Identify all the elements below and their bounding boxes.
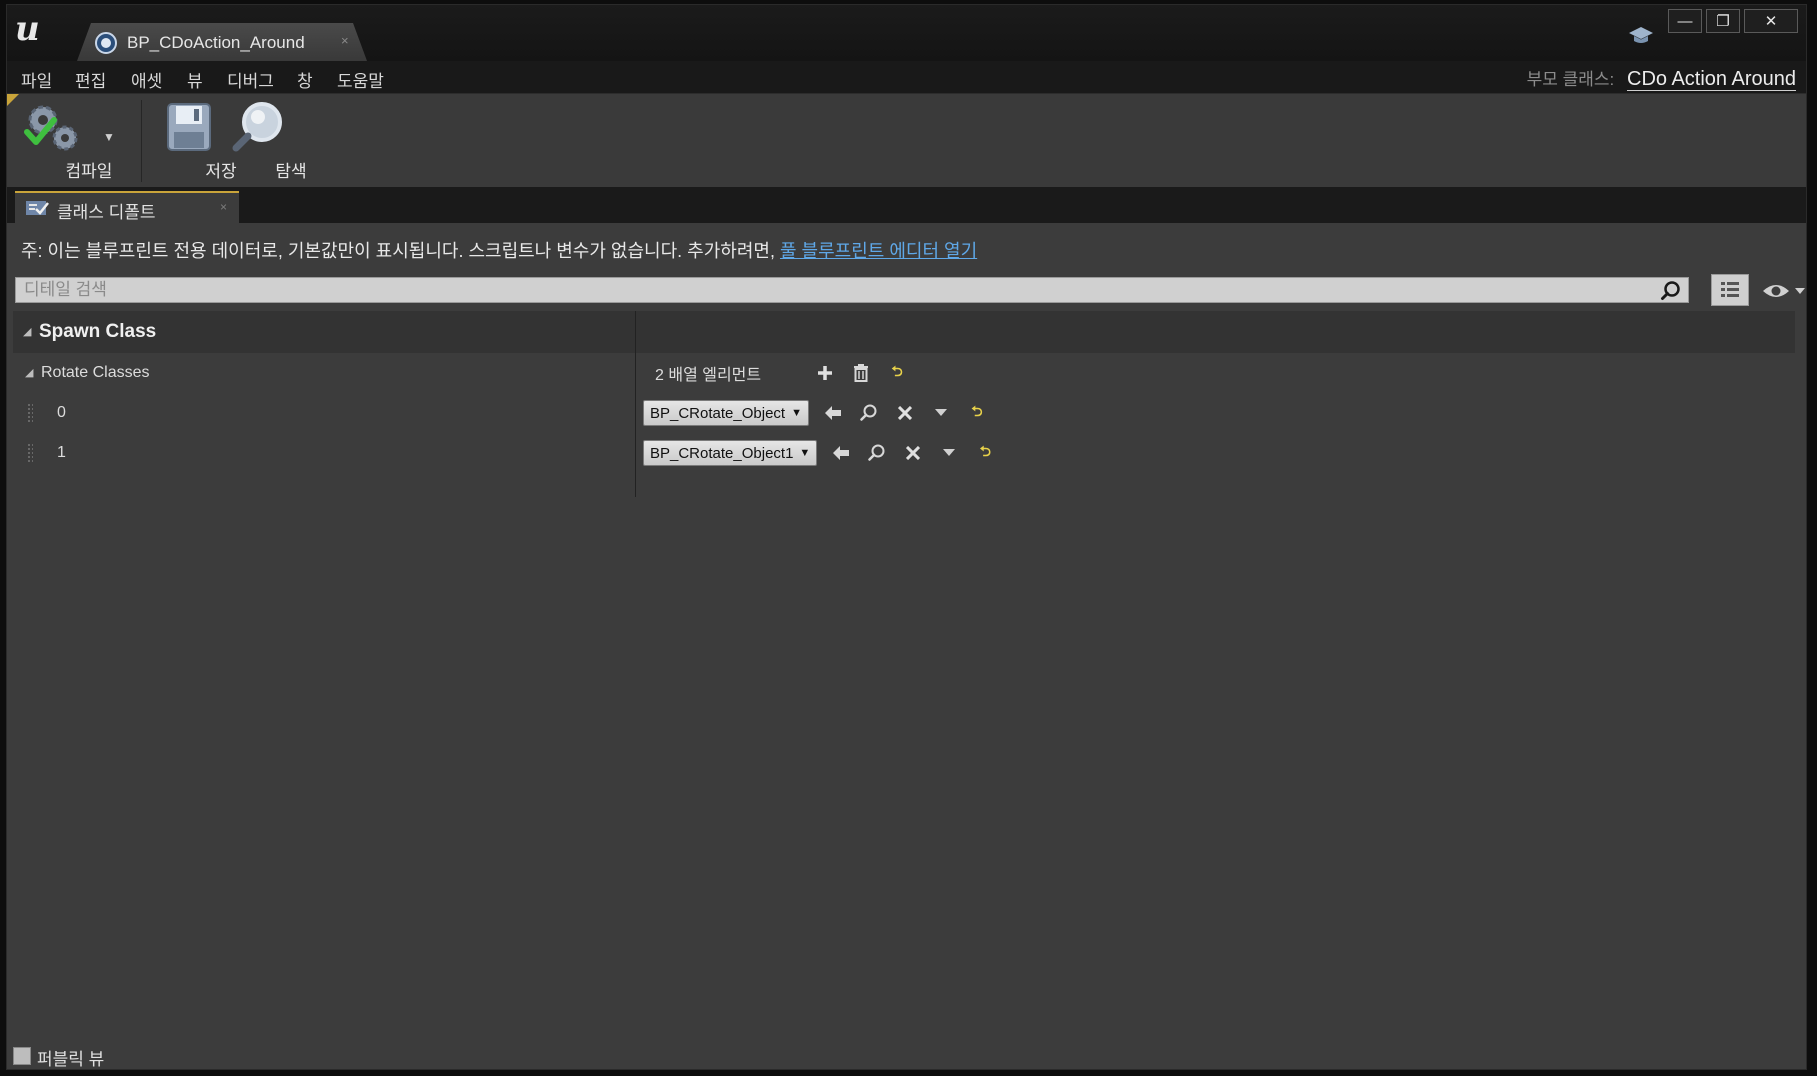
maximize-button[interactable]: ❐ (1706, 9, 1740, 33)
element-value-controls: BP_CRotate_Object ▼ ⮌ (643, 393, 989, 433)
menu-asset[interactable]: 애셋 (131, 67, 162, 92)
class-picker-combo[interactable]: BP_CRotate_Object ▼ (643, 400, 809, 426)
expand-arrow-icon[interactable]: ◢ (23, 325, 31, 338)
window-controls: — ❐ ✕ (1668, 9, 1798, 35)
browse-search-icon[interactable] (865, 441, 889, 465)
compile-button[interactable]: 컴파일 (13, 94, 112, 188)
reset-to-default-icon[interactable]: ⮌ (965, 401, 989, 425)
chevron-down-icon: ▼ (791, 407, 802, 419)
array-controls: 2 배열 엘리먼트 ⮌ (649, 353, 909, 393)
browse-button[interactable]: 탐색 (227, 94, 307, 188)
reset-to-default-icon[interactable]: ⮌ (885, 361, 909, 385)
details-search-input[interactable] (16, 278, 1688, 302)
toolbar-separator (141, 100, 142, 182)
browse-label: 탐색 (275, 162, 307, 181)
document-tab[interactable]: BP_CDoAction_Around × (77, 23, 367, 61)
add-element-icon[interactable] (813, 361, 837, 385)
data-only-notice: 주: 이는 블루프린트 전용 데이터로, 기본값만이 표시됩니다. 스크립트나 … (21, 237, 977, 263)
unreal-logo-icon: u (15, 9, 40, 49)
property-label: Rotate Classes (41, 364, 150, 381)
menu-help[interactable]: 도움말 (337, 67, 384, 92)
class-defaults-tab-label: 클래스 디폴트 (57, 203, 156, 222)
menu-window[interactable]: 창 (297, 67, 313, 92)
view-options-eye-icon[interactable] (1761, 281, 1807, 301)
array-element-count: 2 배열 엘리먼트 (655, 367, 762, 384)
public-view-label: 퍼블릭 뷰 (37, 1050, 105, 1069)
menu-view[interactable]: 뷰 (187, 67, 203, 92)
menu-debug[interactable]: 디버그 (227, 67, 274, 92)
title-bar: u BP_CDoAction_Around × — ❐ ✕ (7, 5, 1806, 61)
compile-gears-icon (24, 105, 78, 151)
class-defaults-tab-close-icon[interactable]: × (220, 200, 227, 214)
editor-window: u BP_CDoAction_Around × — ❐ ✕ 파일 편집 애셋 뷰… (6, 4, 1807, 1070)
drag-handle-icon[interactable] (27, 403, 33, 423)
use-selected-arrow-icon[interactable] (821, 401, 845, 425)
menu-bar: 파일 편집 애셋 뷰 디버그 창 도움말 부모 클래스: CDo Action … (7, 61, 1806, 93)
document-tab-close-icon[interactable]: × (341, 33, 349, 48)
class-picker-value: BP_CRotate_Object1 (650, 444, 794, 462)
expand-arrow-icon[interactable]: ◢ (25, 366, 33, 379)
property-matrix-button[interactable] (1711, 274, 1749, 306)
document-tab-label: BP_CDoAction_Around (127, 33, 305, 52)
element-options-chevron-down-icon[interactable] (937, 441, 961, 465)
details-panel: ◢ Spawn Class ◢ Rotate Classes 2 배열 엘리먼트… (13, 311, 1795, 497)
array-element-row: 0 BP_CRotate_Object ▼ ⮌ (13, 393, 1795, 433)
drag-handle-icon[interactable] (27, 443, 33, 463)
notice-text: 주: 이는 블루프린트 전용 데이터로, 기본값만이 표시됩니다. 스크립트나 … (21, 241, 780, 261)
public-view-checkbox[interactable] (13, 1047, 31, 1065)
learn-graduation-cap-icon[interactable] (1628, 25, 1654, 45)
element-value-controls: BP_CRotate_Object1 ▼ ⮌ (643, 433, 997, 473)
element-options-chevron-down-icon[interactable] (929, 401, 953, 425)
category-spawn-class[interactable]: ◢ Spawn Class (13, 311, 1795, 353)
browse-magnifier-icon (232, 102, 282, 152)
array-index-label: 0 (57, 404, 66, 421)
blueprint-class-icon (95, 32, 117, 54)
close-window-button[interactable]: ✕ (1744, 9, 1798, 33)
open-full-blueprint-editor-link[interactable]: 풀 블루프린트 에디터 열기 (780, 241, 977, 261)
clear-x-icon[interactable] (901, 441, 925, 465)
class-defaults-tab[interactable]: 클래스 디폴트 × (15, 191, 239, 223)
details-search-box (15, 277, 1689, 303)
array-index-label: 1 (57, 444, 66, 461)
menu-file[interactable]: 파일 (21, 67, 52, 92)
parent-class-info: 부모 클래스: CDo Action Around (1527, 65, 1796, 91)
reset-to-default-icon[interactable]: ⮌ (973, 441, 997, 465)
menu-edit[interactable]: 편집 (75, 67, 106, 92)
minimize-button[interactable]: — (1668, 9, 1702, 33)
chevron-down-icon: ▼ (799, 447, 811, 459)
parent-class-label: 부모 클래스: (1526, 70, 1615, 89)
list-view-icon (1721, 282, 1739, 297)
clear-array-trash-icon[interactable] (849, 361, 873, 385)
clear-x-icon[interactable] (893, 401, 917, 425)
property-row-rotate-classes: ◢ Rotate Classes 2 배열 엘리먼트 ⮌ (13, 353, 1795, 393)
panel-tab-strip: 클래스 디폴트 × (7, 187, 1806, 223)
class-picker-combo[interactable]: BP_CRotate_Object1 ▼ (643, 440, 818, 466)
browse-search-icon[interactable] (857, 401, 881, 425)
save-button[interactable]: 저장 (157, 94, 237, 188)
toolbar: 컴파일 ▼ 저장 탐색 (7, 93, 1806, 188)
array-element-row: 1 BP_CRotate_Object1 ▼ ⮌ (13, 433, 1795, 473)
compile-options-chevron-down-icon[interactable]: ▼ (103, 130, 115, 144)
use-selected-arrow-icon[interactable] (829, 441, 853, 465)
parent-class-link[interactable]: CDo Action Around (1627, 68, 1796, 91)
class-picker-value: BP_CRotate_Object (650, 404, 786, 422)
save-floppy-icon (167, 103, 211, 151)
class-defaults-icon (26, 201, 49, 215)
search-icon (1661, 281, 1680, 300)
category-label: Spawn Class (39, 321, 157, 342)
compile-label: 컴파일 (65, 162, 113, 181)
